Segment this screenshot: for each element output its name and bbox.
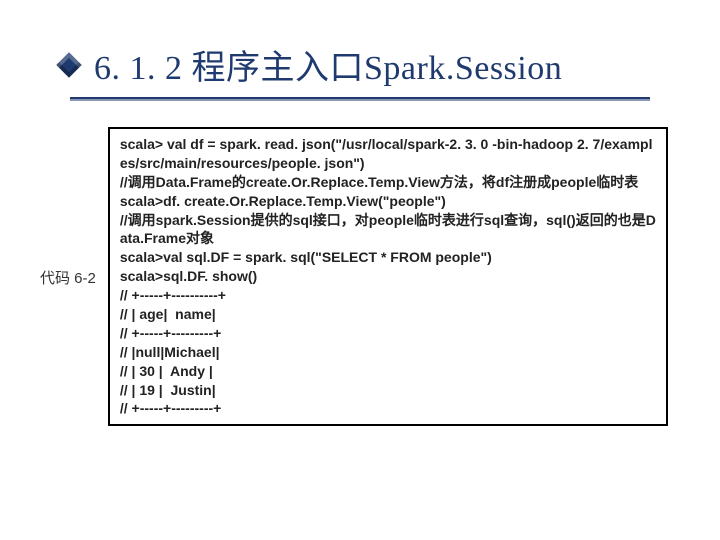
code-listing-box: scala> val df = spark. read. json("/usr/… [108, 127, 668, 426]
code-line: // +-----+---------+ [120, 399, 656, 418]
code-line: // | age| name| [120, 305, 656, 324]
code-line: // | 19 | Justin| [120, 381, 656, 400]
code-line: // +-----+----------+ [120, 286, 656, 305]
code-listing-label: 代码 6-2 [40, 127, 96, 288]
code-line: scala>val sql.DF = spark. sql("SELECT * … [120, 248, 656, 267]
code-line: //调用spark.Session提供的sql接口，对people临时表进行sq… [120, 211, 656, 249]
code-line: // +-----+---------+ [120, 324, 656, 343]
title-bullet-icon [56, 52, 81, 77]
code-line: scala> val df = spark. read. json("/usr/… [120, 135, 656, 173]
slide-body: 代码 6-2 scala> val df = spark. read. json… [0, 99, 720, 426]
code-line: // | 30 | Andy | [120, 362, 656, 381]
slide-title-row: 6. 1. 2 程序主入口Spark.Session [0, 0, 720, 97]
code-line: //调用Data.Frame的create.Or.Replace.Temp.Vi… [120, 173, 656, 192]
code-line: scala>sql.DF. show() [120, 267, 656, 286]
code-line: // |null|Michael| [120, 343, 656, 362]
code-line: scala>df. create.Or.Replace.Temp.View("p… [120, 192, 656, 211]
slide-title: 6. 1. 2 程序主入口Spark.Session [94, 40, 562, 89]
